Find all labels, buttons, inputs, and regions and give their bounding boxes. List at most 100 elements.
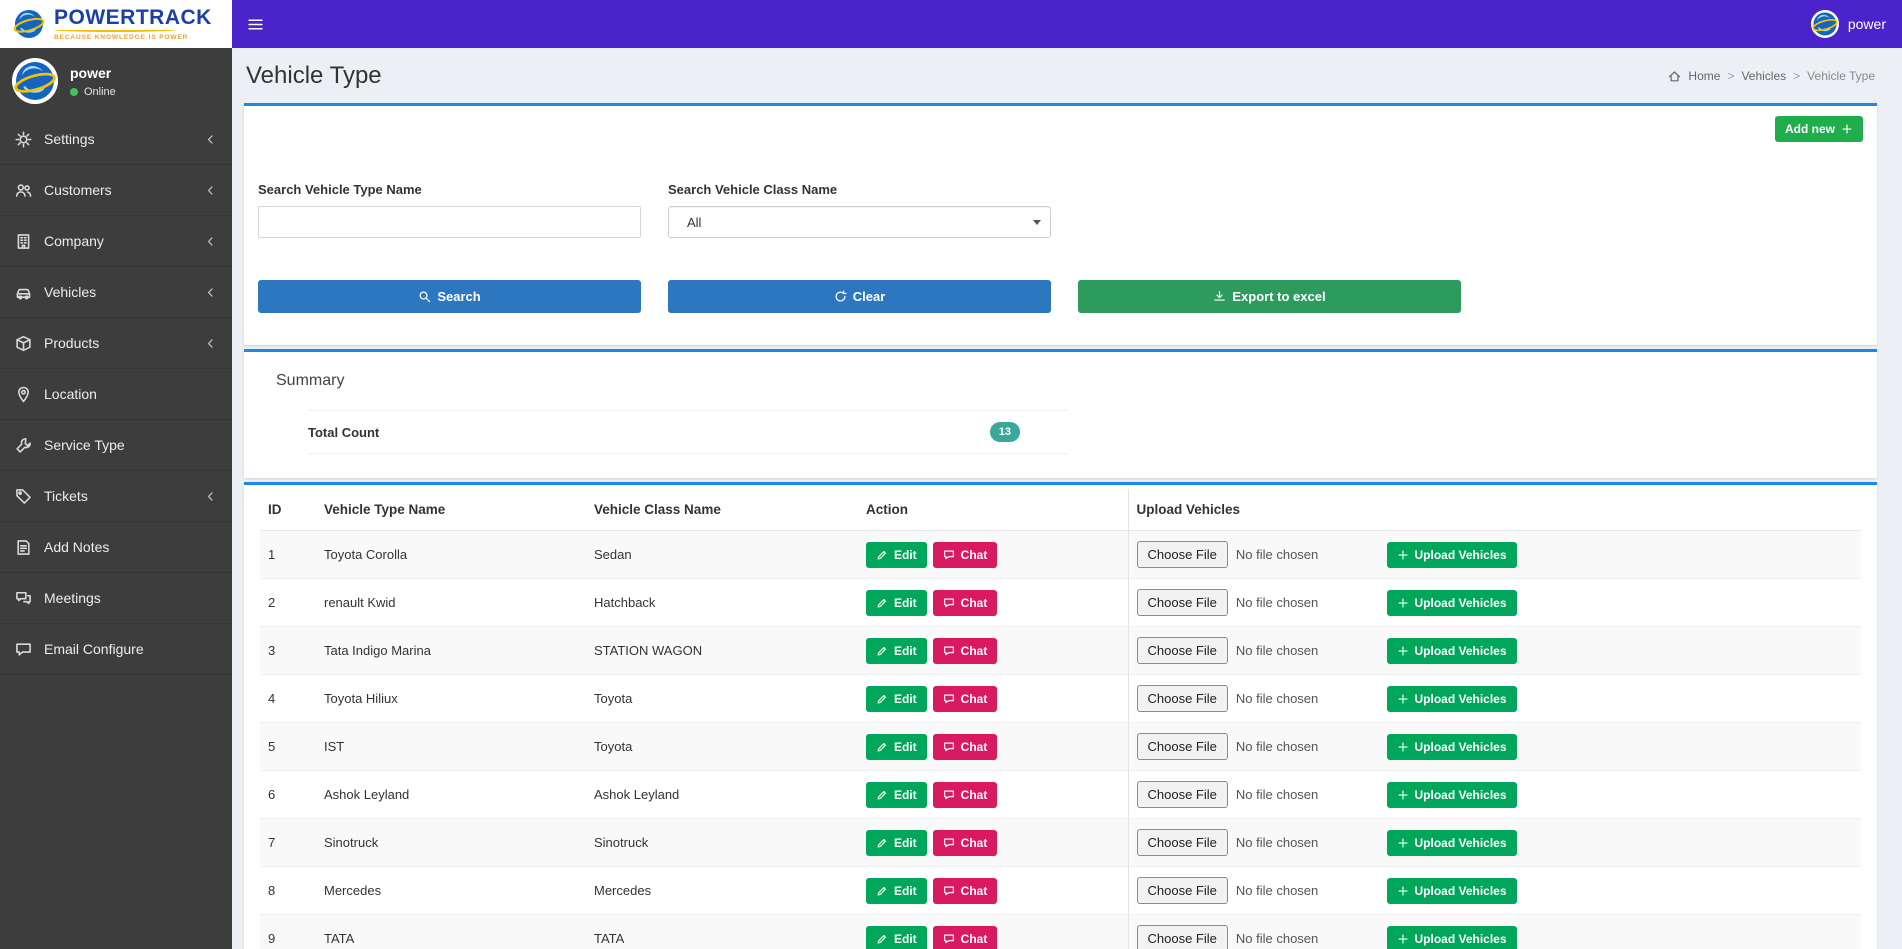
col-id: ID (260, 489, 316, 531)
edit-button[interactable]: Edit (866, 926, 927, 949)
edit-button[interactable]: Edit (866, 830, 927, 856)
search-button[interactable]: Search (258, 280, 641, 313)
sidebar-item-company[interactable]: Company (0, 216, 232, 267)
file-status-text: No file chosen (1236, 547, 1318, 562)
edit-button[interactable]: Edit (866, 878, 927, 904)
sidebar-item-label: Service Type (44, 437, 125, 453)
choose-file-button[interactable]: Choose File (1137, 541, 1228, 568)
choose-file-button[interactable]: Choose File (1137, 733, 1228, 760)
car-icon (15, 284, 32, 301)
online-status-label: Online (84, 86, 116, 98)
chat-icon (943, 933, 955, 945)
chat-button[interactable]: Chat (933, 686, 998, 712)
main-content: Vehicle Type Home > Vehicles > Vehicle T… (232, 48, 1902, 949)
vehicle-type-table: ID Vehicle Type Name Vehicle Class Name … (260, 489, 1861, 949)
plus-icon (1397, 741, 1409, 753)
breadcrumb-home[interactable]: Home (1688, 69, 1720, 83)
chat-button[interactable]: Chat (933, 542, 998, 568)
row-id: 2 (260, 579, 316, 627)
edit-button[interactable]: Edit (866, 734, 927, 760)
chat-icon (943, 597, 955, 609)
file-input: Choose FileNo file chosen (1137, 877, 1387, 904)
upload-vehicles-button[interactable]: Upload Vehicles (1387, 734, 1517, 760)
chat-button[interactable]: Chat (933, 734, 998, 760)
edit-button[interactable]: Edit (866, 782, 927, 808)
user-menu[interactable]: power (1811, 10, 1886, 38)
sidebar-item-location[interactable]: Location (0, 369, 232, 420)
table-row: 7SinotruckSinotruckEditChatChoose FileNo… (260, 819, 1861, 867)
edit-button[interactable]: Edit (866, 686, 927, 712)
choose-file-button[interactable]: Choose File (1137, 589, 1228, 616)
vehicle-type-search-input[interactable] (258, 206, 641, 238)
upload-vehicles-button[interactable]: Upload Vehicles (1387, 638, 1517, 664)
sidebar-item-label: Customers (44, 182, 112, 198)
breadcrumb-vehicles[interactable]: Vehicles (1741, 69, 1786, 83)
search-icon (418, 290, 431, 303)
choose-file-button[interactable]: Choose File (1137, 685, 1228, 712)
upload-vehicles-button[interactable]: Upload Vehicles (1387, 782, 1517, 808)
action-cell: Edit Chat (858, 915, 1128, 949)
user-name: power (1848, 16, 1886, 32)
caret-down-icon (1033, 220, 1041, 225)
edit-button[interactable]: Edit (866, 590, 927, 616)
sidebar-item-email-configure[interactable]: Email Configure (0, 624, 232, 675)
choose-file-button[interactable]: Choose File (1137, 637, 1228, 664)
sidebar-toggle-button[interactable] (232, 0, 278, 48)
file-input: Choose FileNo file chosen (1137, 733, 1387, 760)
upload-vehicles-button[interactable]: Upload Vehicles (1387, 926, 1517, 949)
chat-button[interactable]: Chat (933, 590, 998, 616)
action-cell: EditChat (858, 531, 1128, 579)
upload-vehicles-button[interactable]: Upload Vehicles (1387, 830, 1517, 856)
chat-button[interactable]: Chat (933, 782, 998, 808)
export-to-excel-button[interactable]: Export to excel (1078, 280, 1461, 313)
chat-button[interactable]: Chat (933, 878, 998, 904)
table-row: 5ISTToyotaEditChatChoose FileNo file cho… (260, 723, 1861, 771)
export-button-label: Export to excel (1232, 289, 1325, 304)
chat-button[interactable]: Chat (933, 638, 998, 664)
upload-vehicles-button[interactable]: Upload Vehicles (1387, 590, 1517, 616)
add-new-label: Add new (1785, 122, 1835, 136)
sidebar-item-tickets[interactable]: Tickets (0, 471, 232, 522)
row-id: 6 (260, 771, 316, 819)
file-input: Choose FileNo file chosen (1137, 685, 1387, 712)
sidebar-item-meetings[interactable]: Meetings (0, 573, 232, 624)
plus-icon (1397, 789, 1409, 801)
pencil-icon (876, 645, 888, 657)
edit-button[interactable]: Edit (866, 638, 927, 664)
sidebar-item-service-type[interactable]: Service Type (0, 420, 232, 471)
plus-icon (1841, 123, 1853, 135)
file-input: Choose FileNo file chosen (1137, 637, 1387, 664)
pencil-icon (876, 549, 888, 561)
chevron-left-icon (204, 184, 217, 197)
choose-file-button[interactable]: Choose File (1137, 925, 1228, 949)
choose-file-button[interactable]: Choose File (1137, 877, 1228, 904)
brand-text: POWERTRACK BECAUSE KNOWLEDGE IS POWER (54, 7, 212, 42)
action-cell: EditChat (858, 627, 1128, 675)
brand-logo[interactable]: POWERTRACK BECAUSE KNOWLEDGE IS POWER (0, 0, 232, 48)
upload-vehicles-button[interactable]: Upload Vehicles (1387, 542, 1517, 568)
clear-button[interactable]: Clear (668, 280, 1051, 313)
summary-panel: Summary Total Count 13 (244, 349, 1877, 478)
table-row: 3Tata Indigo MarinaSTATION WAGONEditChat… (260, 627, 1861, 675)
brand-underline (54, 28, 176, 32)
vehicle-class-select[interactable]: All (668, 206, 1051, 238)
sidebar-item-vehicles[interactable]: Vehicles (0, 267, 232, 318)
sidebar-item-add-notes[interactable]: Add Notes (0, 522, 232, 573)
sidebar-item-customers[interactable]: Customers (0, 165, 232, 216)
sidebar-item-label: Vehicles (44, 284, 96, 300)
upload-vehicles-button[interactable]: Upload Vehicles (1387, 686, 1517, 712)
action-cell: EditChat (858, 723, 1128, 771)
content-header: Vehicle Type Home > Vehicles > Vehicle T… (244, 48, 1877, 103)
edit-button[interactable]: Edit (866, 542, 927, 568)
upload-vehicles-button[interactable]: Upload Vehicles (1387, 878, 1517, 904)
chat-button[interactable]: Chat (933, 830, 998, 856)
sidebar-item-products[interactable]: Products (0, 318, 232, 369)
choose-file-button[interactable]: Choose File (1137, 829, 1228, 856)
add-new-button[interactable]: Add new (1775, 116, 1863, 142)
choose-file-button[interactable]: Choose File (1137, 781, 1228, 808)
vehicle-class-name-cell: STATION WAGON (586, 627, 858, 675)
sidebar-item-settings[interactable]: Settings (0, 114, 232, 165)
vehicle-type-name-cell: Ashok Leyland (316, 771, 586, 819)
chat-button[interactable]: Chat (933, 926, 998, 949)
file-input: Choose FileNo file chosen (1137, 925, 1387, 949)
